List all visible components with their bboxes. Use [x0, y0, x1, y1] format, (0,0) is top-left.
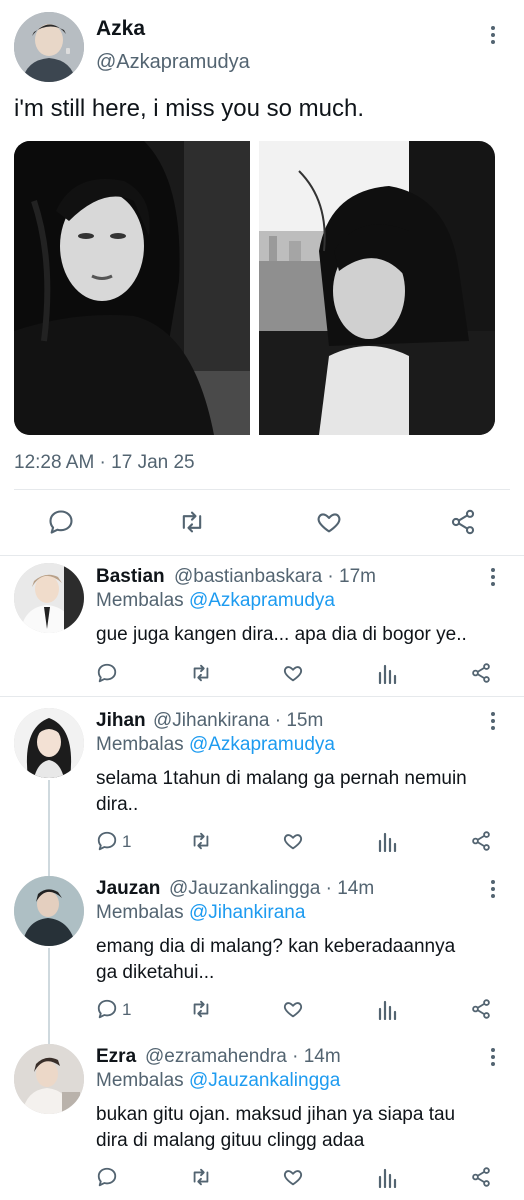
- reply-handle-time[interactable]: @bastianbaskara · 17m: [174, 566, 376, 588]
- reply-count: 1: [122, 832, 132, 851]
- divider: [14, 489, 510, 490]
- reply-handle-time[interactable]: @Jauzankalingga · 14m: [169, 878, 374, 900]
- retweet-icon[interactable]: [189, 998, 213, 1020]
- reply-avatar[interactable]: [14, 1044, 84, 1114]
- views-icon[interactable]: [377, 662, 397, 684]
- replying-prefix: Membalas: [96, 734, 184, 755]
- reply-icon[interactable]: [96, 998, 118, 1020]
- reply-handle-time[interactable]: @ezramahendra · 14m: [145, 1046, 341, 1068]
- reply-count: 1: [122, 1000, 132, 1019]
- retweet-icon[interactable]: [189, 1166, 213, 1188]
- retweet-icon[interactable]: [177, 508, 207, 536]
- like-icon[interactable]: [315, 508, 343, 536]
- tweet-photo-1[interactable]: [14, 141, 250, 435]
- reply-text-line-2: dira..: [96, 794, 139, 815]
- share-icon[interactable]: [470, 1166, 492, 1188]
- reply-avatar[interactable]: [14, 876, 84, 946]
- tweet-timestamp: 12:28 AM · 17 Jan 25: [14, 452, 195, 473]
- reply-author-name[interactable]: Bastian: [96, 566, 165, 588]
- replying-to-handle[interactable]: @Jihankirana: [189, 902, 305, 923]
- more-icon[interactable]: [491, 568, 497, 589]
- thread-line: [48, 948, 50, 1044]
- reply-author-name[interactable]: Jihan: [96, 710, 146, 732]
- replying-to-handle[interactable]: @Azkapramudya: [189, 734, 335, 755]
- reply-icon[interactable]: [96, 662, 118, 684]
- reply-icon[interactable]: [96, 1166, 118, 1188]
- author-avatar[interactable]: [14, 12, 84, 82]
- replying-to: Membalas @Jihankirana: [96, 902, 305, 924]
- reply-avatar[interactable]: [14, 563, 84, 633]
- reply-text-line-1: selama 1tahun di malang ga pernah nemuin: [96, 768, 467, 789]
- share-icon[interactable]: [470, 998, 492, 1020]
- more-icon[interactable]: [491, 880, 497, 901]
- author-name[interactable]: Azka: [96, 17, 145, 41]
- replying-to: Membalas @Azkapramudya: [96, 590, 335, 612]
- reply-text: gue juga kangen dira... apa dia di bogor…: [96, 624, 467, 645]
- replying-to-handle[interactable]: @Azkapramudya: [189, 590, 335, 611]
- like-icon[interactable]: [282, 1166, 304, 1188]
- like-icon[interactable]: [282, 998, 304, 1020]
- reply-text-line-2: ga diketahui...: [96, 962, 215, 983]
- like-icon[interactable]: [282, 830, 304, 852]
- views-icon[interactable]: [377, 998, 397, 1020]
- share-icon[interactable]: [449, 508, 477, 536]
- reply-handle-time[interactable]: @Jihankirana · 15m: [153, 710, 323, 732]
- like-icon[interactable]: [282, 662, 304, 684]
- tweet-text: i'm still here, i miss you so much.: [14, 95, 365, 122]
- share-icon[interactable]: [470, 662, 492, 684]
- reply-icon[interactable]: [47, 508, 75, 536]
- retweet-icon[interactable]: [189, 830, 213, 852]
- author-handle[interactable]: @Azkapramudya: [96, 51, 250, 74]
- replying-prefix: Membalas: [96, 902, 184, 923]
- more-icon[interactable]: [491, 712, 497, 733]
- share-icon[interactable]: [470, 830, 492, 852]
- tweet-photo-2[interactable]: [259, 141, 495, 435]
- more-icon[interactable]: [491, 1048, 497, 1069]
- replying-to-handle[interactable]: @Jauzankalingga: [189, 1070, 340, 1091]
- reply-author-name[interactable]: Jauzan: [96, 878, 160, 900]
- reply-icon[interactable]: [96, 830, 118, 852]
- reply-author-name[interactable]: Ezra: [96, 1046, 136, 1068]
- divider: [0, 555, 524, 556]
- reply-text-line-2: dira di malang gituu clingg adaa: [96, 1130, 365, 1151]
- retweet-icon[interactable]: [189, 662, 213, 684]
- replying-prefix: Membalas: [96, 590, 184, 611]
- reply-text-line-1: bukan gitu ojan. maksud jihan ya siapa t…: [96, 1104, 456, 1125]
- replying-to: Membalas @Azkapramudya: [96, 734, 335, 756]
- reply-text-line-1: emang dia di malang? kan keberadaannya: [96, 936, 456, 957]
- reply-avatar[interactable]: [14, 708, 84, 778]
- thread-line: [48, 780, 50, 876]
- views-icon[interactable]: [377, 830, 397, 852]
- replying-to: Membalas @Jauzankalingga: [96, 1070, 340, 1092]
- views-icon[interactable]: [377, 1166, 397, 1188]
- more-icon[interactable]: [491, 26, 497, 47]
- replying-prefix: Membalas: [96, 1070, 184, 1091]
- divider: [0, 696, 524, 697]
